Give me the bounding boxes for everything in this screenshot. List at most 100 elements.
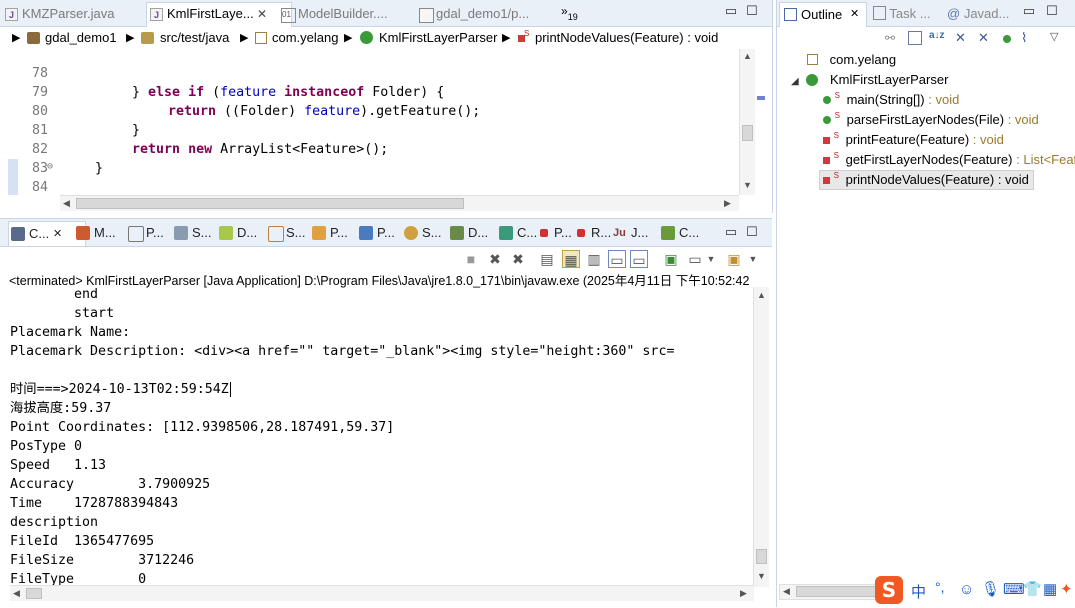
scroll-lock-icon[interactable]: ▦ — [562, 250, 580, 268]
tab-call-hierarchy[interactable]: C... — [497, 223, 537, 243]
overview-ruler-mark[interactable] — [757, 96, 765, 100]
scroll-thumb[interactable] — [742, 125, 753, 141]
tab-kmlfirstlayerparser[interactable]: KmlFirstLaye... ✕ — [146, 2, 292, 27]
tab-properties[interactable]: P... — [126, 223, 164, 243]
outline-item-method[interactable]: S main(String[]) : void — [823, 92, 959, 107]
minimize-button[interactable]: ▭ — [1022, 4, 1036, 18]
tab-progress[interactable]: P... — [357, 223, 395, 243]
ime-logo-icon[interactable]: S — [875, 576, 903, 604]
tab-snippets[interactable]: S... — [266, 223, 306, 243]
scroll-thumb[interactable] — [756, 549, 767, 564]
hide-fields-icon[interactable]: ✕ — [955, 30, 966, 46]
view-menu-icon[interactable]: ▽ — [1050, 30, 1058, 43]
smiley-icon[interactable]: ☺ — [959, 581, 974, 598]
scroll-left-icon[interactable]: ◀ — [783, 586, 790, 597]
ime-language-toggle[interactable]: 中 — [911, 581, 926, 602]
scroll-up-icon[interactable]: ▲ — [743, 51, 752, 61]
outline-item-method[interactable]: S parseFirstLayerNodes(File) : void — [823, 112, 1039, 127]
editor-horizontal-scrollbar[interactable]: ◀ ▶ — [60, 195, 739, 211]
sort-az-icon[interactable]: a↓z — [929, 30, 945, 41]
editor-tab-bar: KMZParser.java KmlFirstLaye... ✕ 01 Mode… — [0, 0, 772, 27]
hide-nonpublic-icon[interactable] — [1003, 35, 1011, 43]
outline-item-method[interactable]: S getFirstLayerNodes(Feature) : List<Fea… — [823, 152, 1075, 167]
tab-junit[interactable]: JuJ... — [611, 223, 648, 243]
outline-item-class[interactable]: ◢ KmlFirstLayerParser — [791, 72, 948, 87]
junit-icon: Ju — [613, 226, 627, 240]
keyboard-icon[interactable]: ⌨ — [1003, 580, 1025, 598]
show-on-stdout-icon[interactable]: ▭ — [608, 250, 626, 268]
tab-r[interactable]: R... — [571, 223, 611, 243]
source-folder-icon — [141, 32, 154, 44]
show-on-stderr-icon[interactable]: ▭ — [630, 250, 648, 268]
tab-servers[interactable]: S... — [172, 223, 212, 243]
remove-all-icon[interactable]: ✖ — [509, 250, 527, 268]
outline-item-method[interactable]: S printFeature(Feature) : void — [823, 132, 1004, 147]
tab-coverage[interactable]: C... — [659, 223, 699, 243]
outline-item-method-selected[interactable]: S printNodeValues(Feature) : void — [823, 172, 1029, 187]
maximize-button[interactable]: ☐ — [1045, 4, 1059, 18]
maximize-button[interactable]: ☐ — [745, 225, 759, 239]
scroll-down-icon[interactable]: ▼ — [743, 180, 752, 190]
close-icon[interactable]: ✕ — [53, 222, 62, 246]
chevron-down-icon[interactable]: ▼ — [702, 250, 720, 268]
toolbox-grid-icon[interactable]: ▦ — [1043, 580, 1057, 598]
code-editor[interactable]: 78 } else if (feature instanceof Folder)… — [0, 49, 740, 195]
tab-data-source[interactable]: D... — [217, 223, 257, 243]
collapse-all-icon[interactable]: ⚯ — [885, 31, 899, 45]
scroll-up-icon[interactable]: ▲ — [757, 290, 766, 300]
editor-vertical-scrollbar[interactable]: ▲ ▼ — [739, 49, 755, 195]
outline-item-package[interactable]: com.yelang — [807, 52, 896, 67]
microphone-icon[interactable]: 🎙 — [981, 580, 1000, 598]
breadcrumb-package[interactable]: com.yelang — [272, 27, 338, 49]
new-console-icon[interactable]: ▣ — [725, 250, 743, 268]
terminate-button[interactable]: ■ — [462, 250, 480, 268]
scroll-left-icon[interactable]: ◀ — [13, 588, 20, 599]
breadcrumb-class[interactable]: KmlFirstLayerParser — [379, 27, 497, 49]
scroll-thumb[interactable] — [26, 588, 42, 599]
close-icon[interactable]: ✕ — [850, 7, 859, 20]
scroll-right-icon[interactable]: ▶ — [724, 198, 731, 209]
tab-outline[interactable]: Outline ✕ — [779, 2, 867, 27]
ime-punctuation-toggle[interactable]: °, — [935, 579, 945, 595]
breadcrumb-project[interactable]: gdal_demo1 — [45, 27, 117, 49]
tab-p[interactable]: P... — [534, 223, 572, 243]
hide-local-types-icon[interactable]: ⌇ — [1021, 30, 1027, 46]
scroll-thumb[interactable] — [76, 198, 464, 209]
scroll-down-icon[interactable]: ▼ — [757, 571, 766, 581]
skin-shirt-icon[interactable]: 👕 — [1023, 580, 1042, 598]
scroll-thumb[interactable] — [796, 586, 876, 597]
tab-debug[interactable]: D... — [448, 223, 488, 243]
clear-console-icon[interactable]: ▤ — [538, 250, 556, 268]
chevron-down-icon[interactable]: ▼ — [744, 250, 762, 268]
close-icon[interactable]: ✕ — [257, 3, 267, 25]
pin-console-icon[interactable]: ▣ — [662, 250, 680, 268]
mascot-icon[interactable]: ✦ — [1060, 580, 1073, 598]
maximize-button[interactable]: ☐ — [745, 4, 759, 18]
minimize-button[interactable]: ▭ — [724, 225, 738, 239]
tab-gdal-demo[interactable]: gdal_demo1/p... — [416, 3, 529, 25]
console-line: Accuracy 3.7900925 — [10, 475, 210, 494]
tab-kmzparser[interactable]: KMZParser.java — [2, 3, 114, 25]
tab-tasks[interactable]: Task ... — [873, 6, 931, 21]
hide-static-icon[interactable]: ✕ — [978, 30, 989, 46]
tab-problems[interactable]: P... — [310, 223, 348, 243]
tab-overflow-button[interactable]: »19 — [561, 4, 578, 18]
minimize-button[interactable]: ▭ — [724, 4, 738, 18]
console-horizontal-scrollbar[interactable]: ◀ ▶ — [10, 585, 754, 601]
tab-label: Javad... — [964, 6, 1010, 21]
console-vertical-scrollbar[interactable]: ▲ ▼ — [753, 287, 769, 587]
tab-javadoc[interactable]: @ Javad... — [947, 6, 1009, 21]
console-output[interactable]: end start Placemark Name: Placemark Desc… — [10, 285, 754, 585]
remove-launch-icon[interactable]: ✖ — [486, 250, 504, 268]
tab-modelbuilder[interactable]: 01 ModelBuilder.... — [278, 3, 388, 25]
scroll-left-icon[interactable]: ◀ — [63, 198, 70, 209]
breadcrumb-source-folder[interactable]: src/test/java — [160, 27, 229, 49]
tab-markers[interactable]: M... — [74, 223, 116, 243]
fold-icon[interactable]: ⊖ — [47, 157, 53, 176]
link-editor-icon[interactable] — [908, 31, 922, 45]
word-wrap-icon[interactable]: ▥ — [585, 250, 603, 268]
breadcrumb-method[interactable]: printNodeValues(Feature) : void — [535, 27, 718, 49]
scroll-right-icon[interactable]: ▶ — [740, 588, 747, 599]
tab-search[interactable]: S... — [402, 223, 442, 243]
outline-horizontal-scrollbar[interactable]: ◀ — [779, 584, 881, 600]
